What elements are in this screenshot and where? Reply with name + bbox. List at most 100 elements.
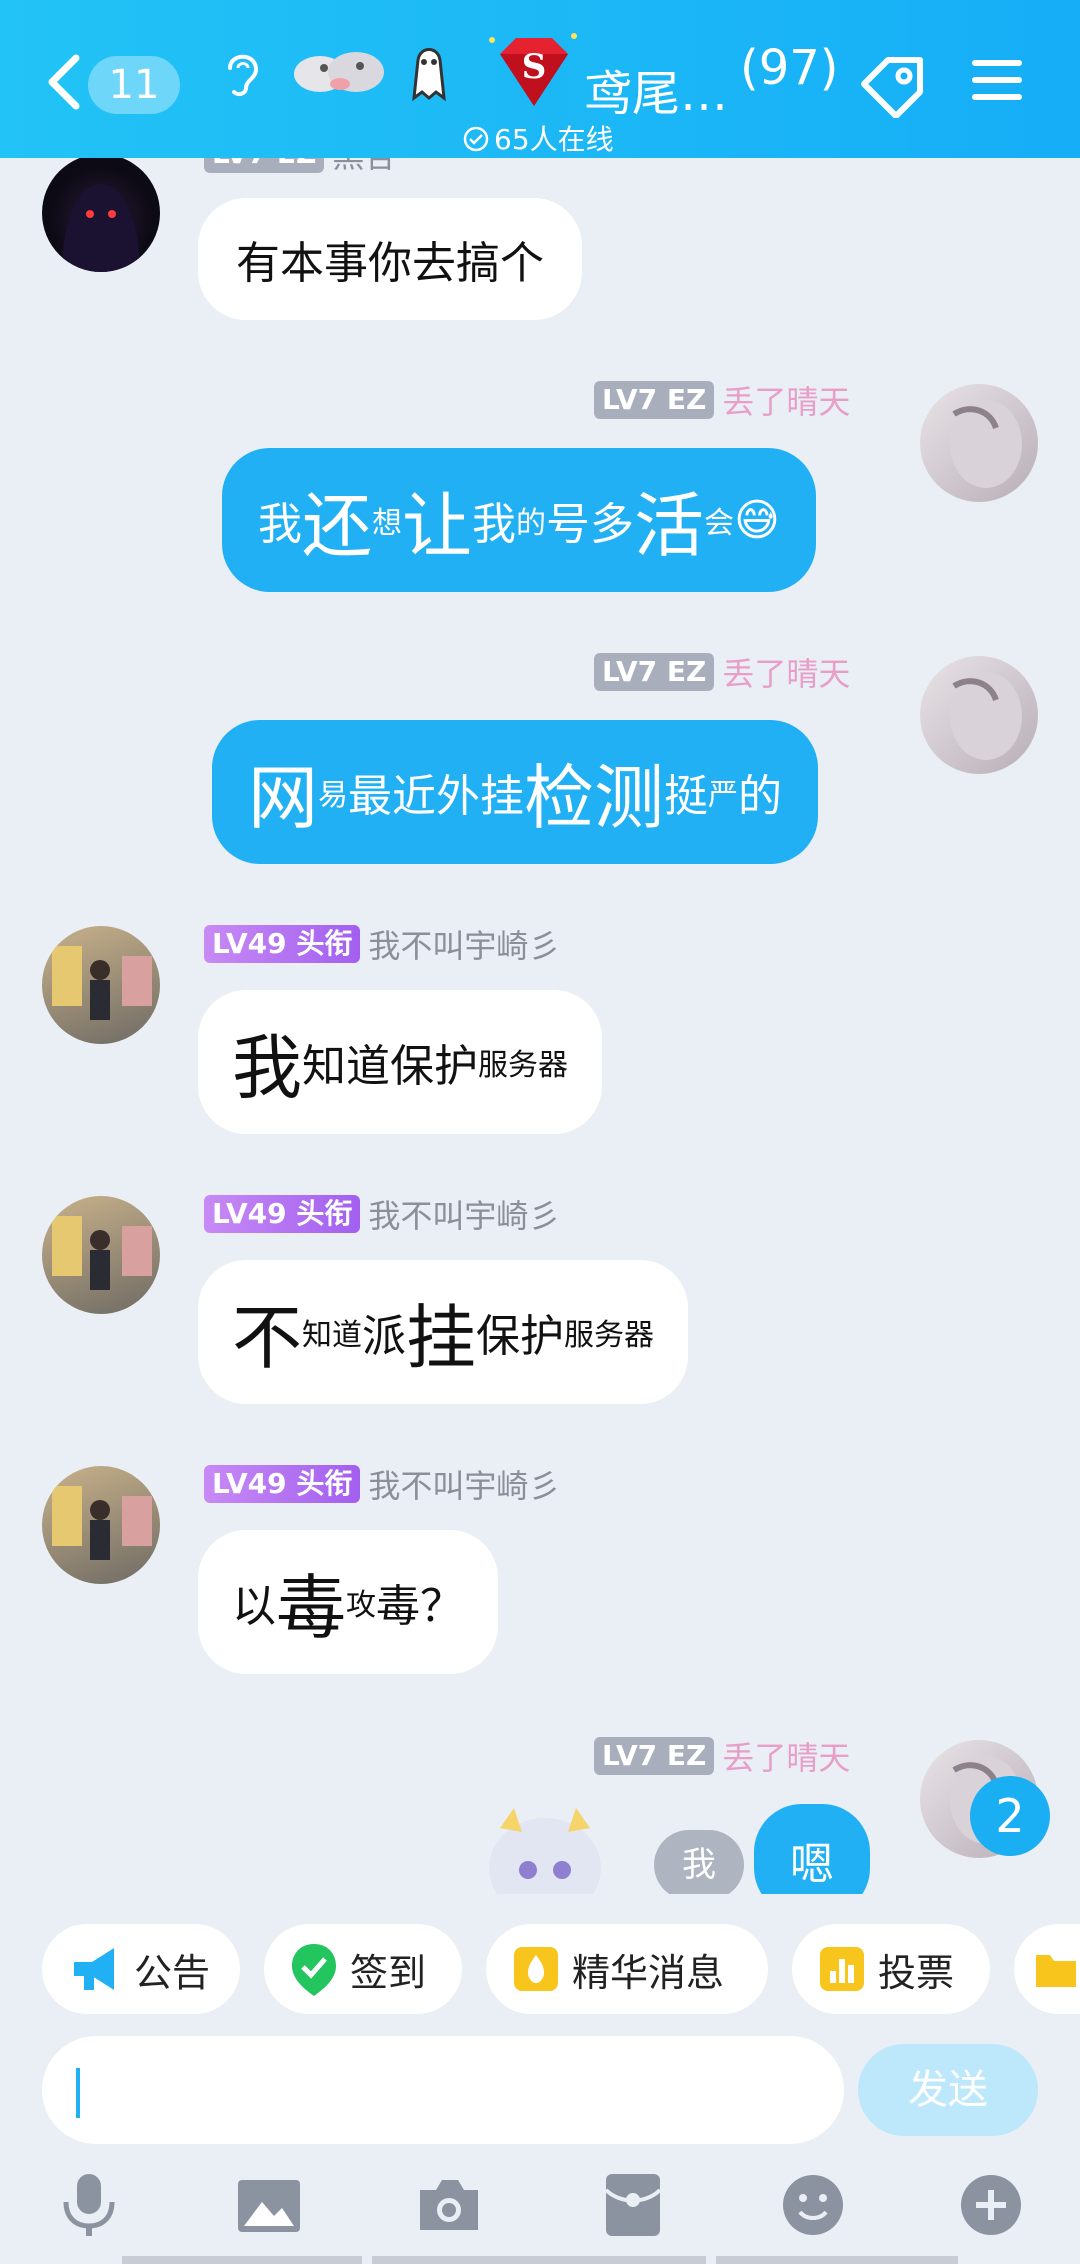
avatar[interactable] [920,384,1038,502]
tag-icon[interactable] [858,54,928,118]
group-name[interactable]: 鸢尾… [584,54,728,124]
avatar[interactable] [920,656,1038,774]
message-meta: LV7 EZ 丢了晴天 [594,377,850,423]
featured-icon [514,1947,558,1991]
message-bubble[interactable]: 我还想让我的号多活会 😅 [222,448,816,592]
message-text-segment: 挂 [406,1296,476,1379]
sweat-smile-emoji: 😅 [734,494,780,546]
new-message-badge[interactable]: 2 [970,1776,1050,1856]
sender-name[interactable]: 黑杏 [332,158,396,177]
sender-name[interactable]: 丢了晴天 [722,1733,850,1779]
avatar[interactable] [42,1466,160,1584]
image-icon[interactable] [234,2170,304,2240]
anime-girl-sticker-icon [489,1808,601,1894]
avatar[interactable] [42,926,160,1044]
fur-photo-icon [950,672,1022,760]
message-text-segment: 嗯 [790,1839,834,1890]
level-badge: LV7 EZ [594,381,715,419]
message-meta: LV7 EZ 丢了晴天 [594,649,850,695]
level-badge: LV7 EZ [594,653,715,691]
quick-action-label: 精华消息 [572,1950,725,1995]
ghost-medal-icon [412,48,446,102]
diamond-badge-icon: S [489,33,577,106]
message-text-segment: 我 [258,499,302,550]
folder-icon [1036,1955,1076,1987]
message-text-segment: 知道 [302,1318,362,1353]
level-badge: LV7 EZ [594,1737,715,1775]
person-photo-icon [52,1486,152,1560]
message-text-segment: 易 [318,778,348,813]
avatar[interactable] [42,1196,160,1314]
emoji-icon[interactable] [778,2170,848,2240]
sender-name[interactable]: 我不叫宇崎彡 [368,1191,560,1237]
message-text-segment: 挺 [664,771,708,822]
quick-action-featured[interactable]: 精华消息 [486,1924,768,2014]
online-status: 65人在线 [462,118,614,158]
message-meta: LV7 EZ 丢了晴天 [594,1733,850,1779]
chat-header: 11 S 鸢尾… (97) 65人在线 [0,0,1080,158]
microphone-icon[interactable] [54,2170,124,2240]
self-tag: 我 [654,1830,744,1894]
fur-photo-icon [950,400,1022,488]
check-circle-icon [463,126,489,152]
back-arrow-icon[interactable] [44,52,84,112]
message-meta: LV7 EZ 黑杏 [204,158,396,177]
quick-action-folder[interactable] [1014,1924,1080,2014]
home-indicator [716,2256,958,2264]
message-text-segment: 派 [362,1311,406,1362]
message-list[interactable]: LV7 EZ 黑杏 有本事你去搞个 LV7 EZ 丢了晴天 我还想让我的号多活会… [0,158,1080,1894]
message-text-segment: 知道保护 [302,1041,478,1092]
sender-name[interactable]: 我不叫宇崎彡 [368,921,560,967]
bar-chart-icon [820,1947,864,1991]
hooded-figure-icon [62,184,140,272]
plus-icon[interactable] [956,2170,1026,2240]
message-bubble[interactable]: 有本事你去搞个 [198,198,582,320]
unread-count-badge[interactable]: 11 [88,56,180,114]
message-text-segment: 最近外挂 [348,771,524,822]
red-packet-icon[interactable] [598,2170,668,2240]
message-text-segment: 严 [708,778,738,813]
quick-action-announcement[interactable]: 公告 [42,1924,240,2014]
message-text-segment: 攻 [346,1588,376,1623]
message-bubble[interactable]: 嗯 [754,1804,870,1894]
message-bubble[interactable]: 不知道派挂保护 服务器 [198,1260,688,1404]
message-text-segment: 让 [402,484,472,567]
message-text-segment: 不 [232,1296,302,1379]
home-indicator [372,2256,706,2264]
message-text-segment: 号多 [546,499,634,550]
sender-name[interactable]: 我不叫宇崎彡 [368,1461,560,1507]
message-text-segment: 的 [738,771,782,822]
quick-action-checkin[interactable]: 签到 [264,1924,462,2014]
check-badge-icon [292,1944,336,1996]
svg-text:S: S [522,47,547,87]
sender-name[interactable]: 丢了晴天 [722,649,850,695]
sender-name[interactable]: 丢了晴天 [722,377,850,423]
message-text-segment: 网 [248,756,318,839]
message-text-segment: 活 [634,484,704,567]
message-bubble[interactable]: 网易最近外挂 检测挺严的 [212,720,818,864]
quick-action-label: 投票 [878,1950,955,1995]
home-indicator [122,2256,362,2264]
message-bubble[interactable]: 我知道保护 服务器 [198,990,602,1134]
member-count[interactable]: (97) [740,40,839,96]
menu-icon[interactable] [970,56,1024,104]
message-input[interactable] [42,2036,844,2144]
send-button[interactable]: 发送 [858,2044,1038,2136]
quick-action-label: 公告 [134,1950,211,1995]
message-text-segment: 保护 [476,1311,564,1362]
quick-action-poll[interactable]: 投票 [792,1924,990,2014]
message-text-segment: 还 [302,484,372,567]
message-text-segment: 以 [232,1581,276,1632]
message-bubble[interactable]: 以毒攻毒？ [198,1530,498,1674]
level-badge: LV49 头衔 [204,1465,361,1503]
message-text-segment: 想 [372,506,402,541]
avatar[interactable] [42,158,160,272]
message-text-segment: 服务器 [478,1048,568,1083]
camera-icon[interactable] [414,2170,484,2240]
message-meta: LV49 头衔 我不叫宇崎彡 [204,1191,560,1237]
message-text-segment: 服务器 [564,1318,654,1353]
quick-action-label: 签到 [350,1950,427,1995]
online-count-label: 65人在线 [494,123,614,156]
message-text-segment: 我 [232,1026,302,1109]
ear-icon[interactable] [220,48,264,98]
